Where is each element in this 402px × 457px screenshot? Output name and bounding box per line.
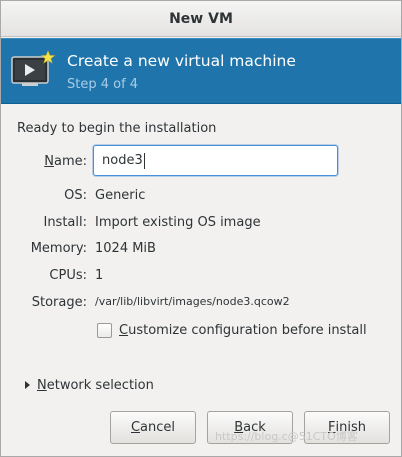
customize-label-rest: ustomize configuration before install [128, 323, 367, 338]
cancel-label-rest: ancel [140, 420, 176, 435]
titlebar[interactable]: New VM [1, 1, 401, 37]
expander-arrow-icon[interactable] [25, 381, 30, 389]
memory-label: Memory: [30, 241, 87, 256]
ready-text: Ready to begin the installation [17, 121, 217, 136]
name-input-value: node3 [102, 153, 143, 168]
network-mnemonic: N [37, 378, 47, 393]
window-title: New VM [169, 10, 233, 27]
name-label: Name: [15, 154, 87, 169]
install-label: Install: [43, 215, 87, 230]
storage-label: Storage: [31, 295, 87, 310]
name-label-mnemonic: N [44, 154, 54, 169]
customize-checkbox[interactable] [97, 323, 112, 338]
new-vm-dialog: New VM Create a new virtual machine Step… [0, 0, 402, 457]
header-banner: Create a new virtual machine Step 4 of 4 [1, 38, 401, 104]
network-label-rest: etwork selection [46, 378, 154, 393]
memory-value: 1024 MiB [95, 241, 156, 256]
os-label: OS: [64, 188, 87, 203]
cpus-value: 1 [95, 268, 104, 283]
text-caret [143, 152, 145, 169]
customize-checkbox-label[interactable]: Customize configuration before install [119, 323, 367, 338]
name-label-rest: ame: [53, 154, 87, 169]
watermark: https://blog.c@51CTO博客 [215, 430, 358, 443]
vm-screen-star-icon [11, 50, 56, 86]
customize-mnemonic: C [119, 323, 129, 338]
banner-step: Step 4 of 4 [67, 77, 139, 92]
network-selection-expander[interactable]: Network selection [37, 378, 154, 393]
banner-heading: Create a new virtual machine [67, 52, 296, 70]
name-input[interactable]: node3 [93, 145, 338, 176]
cpus-label: CPUs: [49, 268, 87, 283]
cancel-mnemonic: C [130, 420, 141, 435]
cancel-button[interactable]: Cancel [110, 411, 196, 444]
install-value: Import existing OS image [95, 215, 261, 230]
storage-value: /var/lib/libvirt/images/node3.qcow2 [95, 295, 290, 308]
os-value: Generic [95, 188, 146, 203]
